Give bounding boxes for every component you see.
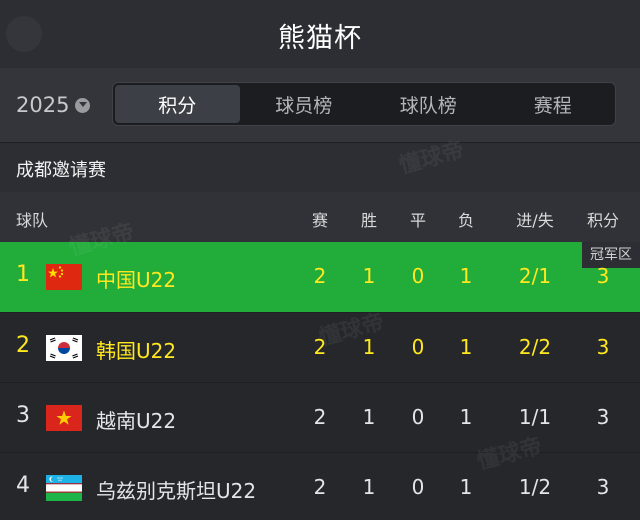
china-flag-icon bbox=[46, 264, 82, 290]
points: 3 bbox=[596, 335, 610, 359]
lost: 1 bbox=[459, 405, 473, 429]
won: 1 bbox=[362, 405, 376, 429]
header-played: 赛 bbox=[311, 211, 328, 230]
goals: 2/2 bbox=[518, 335, 552, 359]
drawn: 0 bbox=[411, 264, 425, 288]
year-selector[interactable]: 2025 bbox=[16, 90, 91, 120]
drawn: 0 bbox=[411, 405, 425, 429]
team-name: 乌兹别克斯坦U22 bbox=[96, 479, 257, 503]
goals: 1/1 bbox=[518, 405, 552, 429]
drawn: 0 bbox=[411, 475, 425, 499]
drawn: 0 bbox=[411, 335, 425, 359]
rank: 4 bbox=[16, 473, 30, 498]
goals: 1/2 bbox=[518, 475, 552, 499]
goals: 2/1 bbox=[518, 264, 552, 288]
table-row[interactable]: 4 乌兹别克斯坦U22 2 1 0 1 1/2 3 bbox=[0, 452, 640, 520]
tab-bar: 积分 球员榜 球队榜 赛程 bbox=[112, 82, 616, 126]
points: 3 bbox=[596, 475, 610, 499]
won: 1 bbox=[362, 264, 376, 288]
page-title: 熊猫杯 bbox=[278, 23, 362, 54]
header-won: 胜 bbox=[360, 211, 377, 230]
team-name: 越南U22 bbox=[96, 409, 177, 433]
lost: 1 bbox=[459, 264, 473, 288]
header-team: 球队 bbox=[16, 211, 49, 230]
team-name: 中国U22 bbox=[96, 268, 177, 292]
tab-team-rankings[interactable]: 球队榜 bbox=[366, 83, 491, 125]
filter-bar: 2025 积分 球员榜 球队榜 赛程 bbox=[0, 68, 640, 142]
tab-schedule[interactable]: 赛程 bbox=[491, 83, 616, 125]
chevron-down-icon bbox=[75, 97, 91, 113]
vietnam-flag-icon bbox=[46, 405, 82, 431]
team-name: 韩国U22 bbox=[96, 339, 177, 363]
group-section: 成都邀请赛 bbox=[0, 142, 640, 192]
header-goals: 进/失 bbox=[516, 211, 554, 230]
table-row[interactable]: 3 越南U22 2 1 0 1 1/1 3 bbox=[0, 382, 640, 452]
header-drawn: 平 bbox=[409, 211, 426, 230]
group-title: 成都邀请赛 bbox=[16, 160, 106, 181]
won: 1 bbox=[362, 475, 376, 499]
lost: 1 bbox=[459, 335, 473, 359]
uzbekistan-flag-icon bbox=[46, 475, 82, 501]
tab-standings[interactable]: 积分 bbox=[115, 85, 240, 123]
top-bar: 熊猫杯 bbox=[0, 0, 640, 68]
tab-player-rankings[interactable]: 球员榜 bbox=[242, 83, 367, 125]
rank: 1 bbox=[16, 262, 30, 287]
points: 3 bbox=[596, 264, 610, 288]
lost: 1 bbox=[459, 475, 473, 499]
played: 2 bbox=[313, 475, 327, 499]
played: 2 bbox=[313, 405, 327, 429]
korea-flag-icon bbox=[46, 335, 82, 361]
rank: 2 bbox=[16, 333, 30, 358]
played: 2 bbox=[313, 264, 327, 288]
header-lost: 负 bbox=[457, 211, 474, 230]
points: 3 bbox=[596, 405, 610, 429]
header-points: 积分 bbox=[586, 211, 619, 230]
year-label: 2025 bbox=[16, 93, 70, 117]
rank: 3 bbox=[16, 403, 30, 428]
